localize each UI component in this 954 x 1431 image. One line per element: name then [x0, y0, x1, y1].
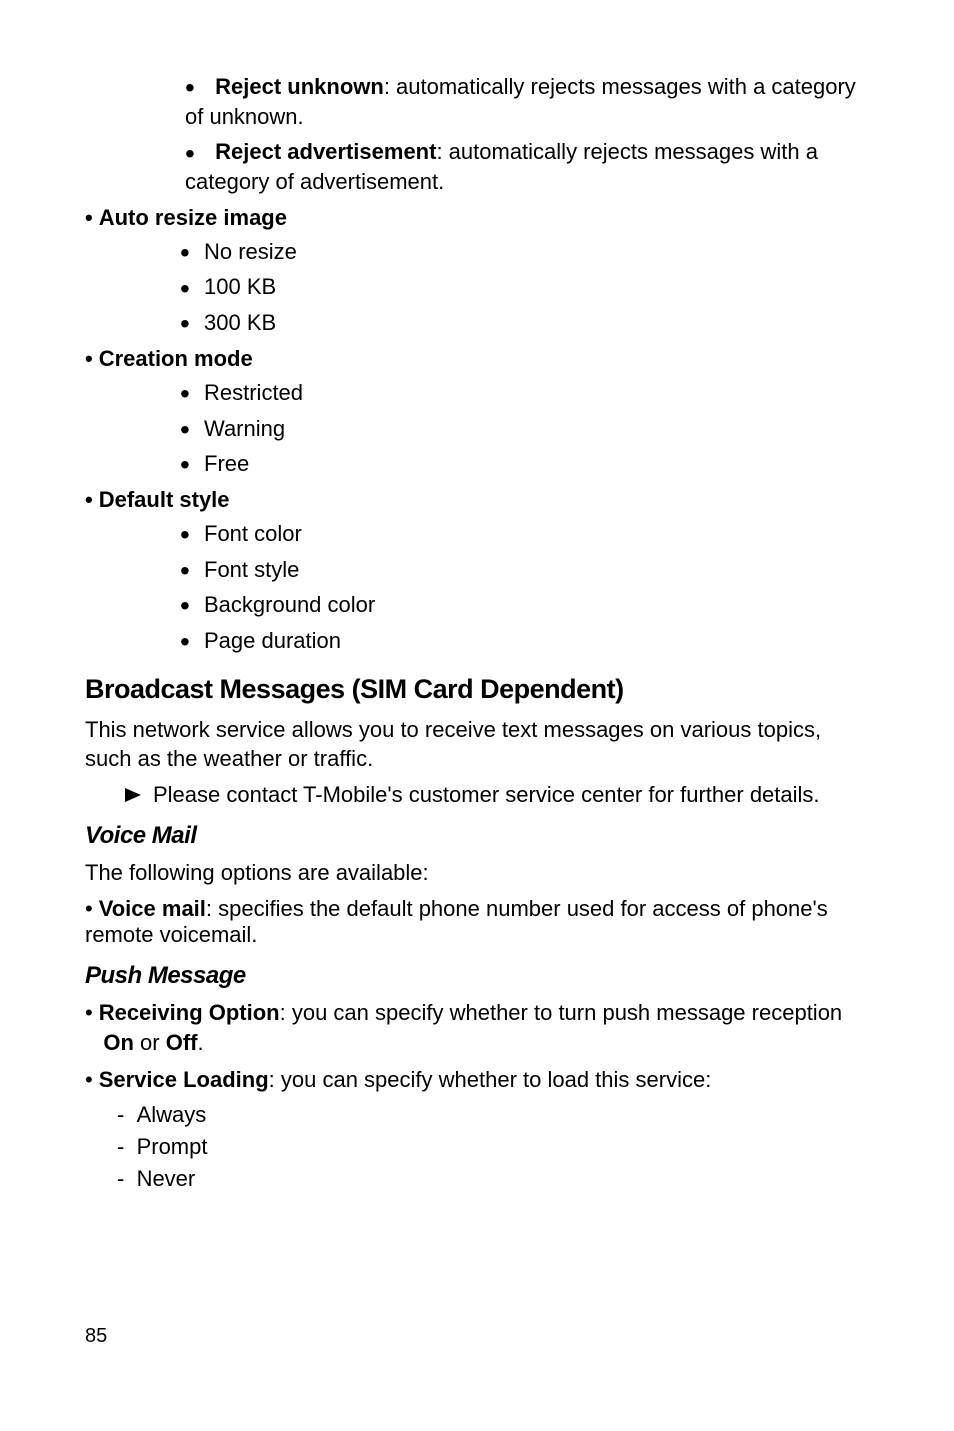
label: Creation mode	[99, 346, 253, 371]
label: Reject advertisement	[215, 139, 436, 164]
arrow-right-icon	[125, 782, 141, 808]
label: Service Loading	[99, 1067, 269, 1092]
text: Font color	[204, 521, 302, 546]
heading-creation-mode: •Creation mode	[85, 346, 864, 372]
text: Always	[137, 1102, 207, 1127]
bullet-reject-advertisement: • Reject advertisement: automatically re…	[185, 137, 864, 196]
label: Reject unknown	[215, 74, 384, 99]
heading-default-style: •Default style	[85, 487, 864, 513]
list-item: •Restricted	[180, 378, 864, 408]
bullet-reject-unknown: • Reject unknown: automatically rejects …	[185, 72, 864, 131]
paragraph-broadcast: This network service allows you to recei…	[85, 715, 864, 774]
bullet-dot-icon: •	[85, 1067, 93, 1093]
list-item: - Prompt	[117, 1131, 864, 1163]
text: Page duration	[204, 628, 341, 653]
bullet-receiving-option: •Receiving Option: you can specify wheth…	[85, 998, 864, 1060]
page-number: 85	[85, 1325, 864, 1348]
list-item: •Background color	[180, 590, 864, 620]
list-item: •300 KB	[180, 308, 864, 338]
label: Auto resize image	[99, 205, 287, 230]
label: Receiving Option	[99, 1000, 280, 1025]
list-item: •Page duration	[180, 626, 864, 656]
label: Default style	[99, 487, 230, 512]
text: Never	[137, 1166, 196, 1191]
list-item: •Warning	[180, 414, 864, 444]
off-label: Off	[166, 1030, 198, 1055]
heading-broadcast-messages: Broadcast Messages (SIM Card Dependent)	[85, 674, 864, 705]
bullet-dot-icon: •	[85, 205, 93, 231]
heading-push-message: Push Message	[85, 962, 864, 990]
list-item: - Always	[117, 1099, 864, 1131]
bullet-dot-icon: •	[85, 487, 93, 513]
list-item: •No resize	[180, 237, 864, 267]
step-contact-tmobile: Please contact T-Mobile's customer servi…	[125, 782, 864, 808]
text: 100 KB	[204, 274, 276, 299]
or-text: or	[134, 1030, 166, 1055]
text: 300 KB	[204, 310, 276, 335]
text: Please contact T-Mobile's customer servi…	[153, 782, 820, 807]
text: Prompt	[137, 1134, 208, 1159]
bullet-dot-icon: •	[85, 346, 93, 372]
text: No resize	[204, 239, 297, 264]
text: Warning	[204, 416, 285, 441]
label: Voice mail	[99, 896, 206, 921]
heading-voice-mail: Voice Mail	[85, 822, 864, 850]
bullet-voice-mail: •Voice mail: specifies the default phone…	[85, 896, 864, 948]
page-content: • Reject unknown: automatically rejects …	[0, 0, 954, 1408]
list-item: •Free	[180, 449, 864, 479]
list-item: •Font color	[180, 519, 864, 549]
text: Free	[204, 451, 249, 476]
end-dot: .	[197, 1030, 203, 1055]
list-item: •Font style	[180, 555, 864, 585]
desc-a: : you can specify whether to turn push m…	[280, 1000, 843, 1025]
text: Restricted	[204, 380, 303, 405]
text: Background color	[204, 592, 375, 617]
text: Font style	[204, 557, 299, 582]
bullet-dot-icon: •	[85, 998, 93, 1029]
bullet-dot-icon: •	[85, 896, 93, 922]
bullet-service-loading: •Service Loading: you can specify whethe…	[85, 1067, 864, 1093]
list-item: - Never	[117, 1163, 864, 1195]
desc: : you can specify whether to load this s…	[269, 1067, 712, 1092]
paragraph-voicemail-intro: The following options are available:	[85, 858, 864, 888]
on-label: On	[103, 1030, 134, 1055]
heading-auto-resize-image: •Auto resize image	[85, 205, 864, 231]
list-item: •100 KB	[180, 272, 864, 302]
